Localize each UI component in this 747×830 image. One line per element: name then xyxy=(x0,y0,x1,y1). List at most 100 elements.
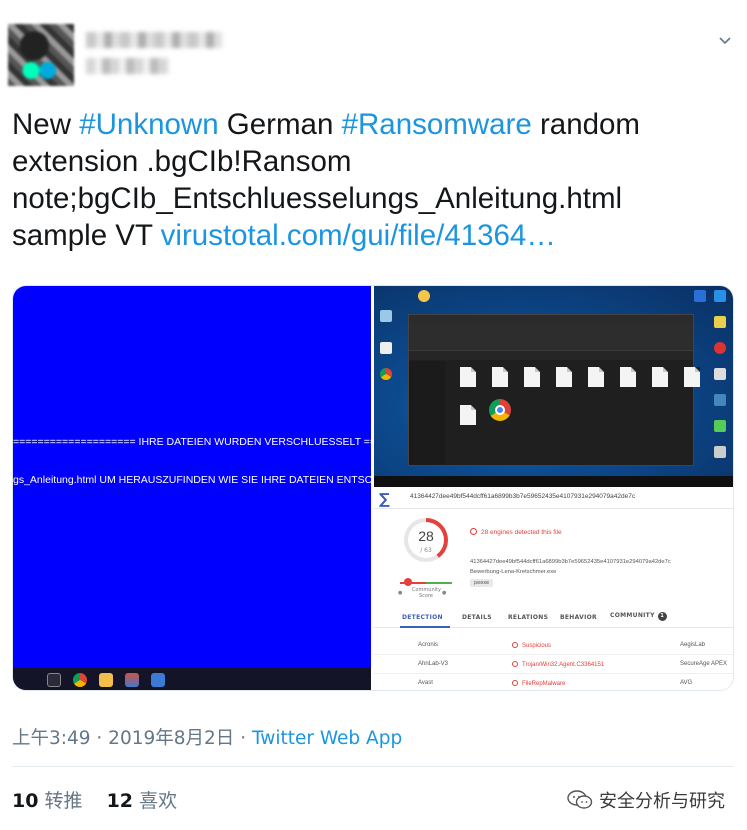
encrypted-file-icon xyxy=(585,367,607,397)
thumbs-up-icon: ● xyxy=(442,590,447,596)
file-explorer-window xyxy=(408,314,700,466)
community-count-badge: 1 xyxy=(657,612,667,621)
avatar[interactable] xyxy=(8,24,74,86)
app-icon xyxy=(714,368,726,380)
app-icon xyxy=(714,394,726,406)
detection-result-text: Suspicious xyxy=(522,643,552,649)
tweet-text-segment: New xyxy=(12,108,80,141)
explorer-ribbon xyxy=(409,323,693,351)
active-tab-indicator xyxy=(400,626,450,628)
retweets-label[interactable]: 转推 xyxy=(45,790,83,812)
retweets-count[interactable]: 10 xyxy=(12,790,38,812)
alert-icon xyxy=(512,661,518,667)
alert-icon xyxy=(512,680,518,686)
encrypted-file-icon xyxy=(553,367,575,397)
engine-name: Acronis xyxy=(418,642,439,648)
engine-name: Avast xyxy=(418,680,433,686)
tab-community[interactable]: COMMUNITY 1 xyxy=(610,612,667,621)
explorer-address-bar xyxy=(409,351,693,360)
tweet-text-segment: German xyxy=(218,108,342,141)
source-link[interactable]: Twitter Web App xyxy=(252,728,402,749)
watermark-text: 安全分析与研究 xyxy=(599,791,725,812)
app-icon xyxy=(694,290,706,302)
community-score-marker xyxy=(404,578,412,586)
app-icon xyxy=(714,446,726,458)
handle-blurred[interactable] xyxy=(86,58,170,74)
chevron-down-icon[interactable] xyxy=(719,34,731,46)
tweet-text-segment: sample VT xyxy=(12,219,161,252)
task-view-icon xyxy=(47,673,61,687)
media-grid: ==================== IHRE DATEIEN WURDEN… xyxy=(12,285,734,691)
tweet-stats: 10 转推 12 喜欢 xyxy=(12,786,177,813)
encrypted-file-icon xyxy=(681,367,703,397)
explorer-nav-pane xyxy=(409,361,445,465)
tab-detection[interactable]: DETECTION xyxy=(402,614,443,621)
engine-name: AhnLab-V3 xyxy=(418,661,449,667)
detection-row: Acronis Suspicious AegisLab xyxy=(374,636,733,655)
hashtag-link-unknown[interactable]: #Unknown xyxy=(79,108,218,141)
vt-tabs: DETECTION DETAILS RELATIONS BEHAVIOR COM… xyxy=(374,608,733,628)
likes-label[interactable]: 喜欢 xyxy=(139,790,177,812)
tab-relations[interactable]: RELATIONS xyxy=(508,614,548,621)
virustotal-link[interactable]: virustotal.com/gui/file/41364… xyxy=(161,219,556,252)
tab-details[interactable]: DETAILS xyxy=(462,614,492,621)
tweet-text: New #Unknown German #Ransomware random e… xyxy=(12,106,732,254)
photos-icon xyxy=(151,673,165,687)
detection-row: AhnLab-V3 Trojan/Win32.Agent.C3364151 Se… xyxy=(374,655,733,674)
tweet-text-line: extension .bgCIb!Ransom xyxy=(12,145,352,178)
app-icon xyxy=(714,342,726,354)
encrypted-file-icon xyxy=(457,367,479,397)
tweet-timestamp: 上午3:49 · 2019年8月2日 · Twitter Web App xyxy=(12,724,402,750)
virustotal-search-bar: ∑ 41364427dee49bf544dcff61a6899b3b7e5965… xyxy=(374,487,733,509)
encrypted-file-icon xyxy=(649,367,671,397)
explorer-and-virustotal-image[interactable]: ∑ 41364427dee49bf544dcff61a6899b3b7e5965… xyxy=(374,286,733,690)
engine-name-2: AegisLab xyxy=(680,642,706,648)
detection-row: Avast FileRepMalware AVG xyxy=(374,674,733,690)
encrypted-file-icon xyxy=(521,367,543,397)
file-type-tag: peexe xyxy=(470,579,494,587)
engine-name-2: SecureAge APEX xyxy=(680,661,728,667)
detection-result-text: Trojan/Win32.Agent.C3364151 xyxy=(522,662,605,668)
windows-taskbar-small xyxy=(374,476,733,487)
explorer-titlebar xyxy=(409,315,693,323)
app-icon xyxy=(714,420,726,432)
display-name-blurred[interactable] xyxy=(86,32,222,48)
tab-community-label: COMMUNITY xyxy=(610,612,655,619)
hashtag-link-ransomware[interactable]: #Ransomware xyxy=(342,108,532,141)
file-name: Bewerbung-Lena-Kretschmer.exe xyxy=(470,569,557,575)
engine-name-2: AVG xyxy=(680,680,693,686)
tweet-text-segment: random xyxy=(531,108,641,141)
document-icon xyxy=(380,342,392,354)
chrome-icon xyxy=(73,673,87,687)
encrypted-file-icon xyxy=(617,367,639,397)
detection-result: FileRepMalware xyxy=(512,680,565,687)
chrome-desktop-icon xyxy=(380,368,392,380)
windows-taskbar xyxy=(13,668,371,690)
chrome-html-file-icon xyxy=(489,399,511,421)
tab-behavior[interactable]: BEHAVIOR xyxy=(560,614,597,621)
tweet-text-line: note;bgCIb_Entschluesselungs_Anleitung.h… xyxy=(12,182,623,215)
file-hash: 41364427dee49bf544dcff61a6899b3b7e596524… xyxy=(470,559,671,565)
detection-summary-text: 28 engines detected this file xyxy=(481,529,562,536)
likes-count[interactable]: 12 xyxy=(107,790,133,812)
detection-result: Suspicious xyxy=(512,642,551,649)
virustotal-logo-icon: ∑ xyxy=(379,490,390,508)
app-icon xyxy=(714,316,726,328)
detection-score: 28 xyxy=(418,528,434,544)
ransom-banner-1: ==================== IHRE DATEIEN WURDEN… xyxy=(13,436,371,448)
alert-icon xyxy=(512,642,518,648)
thumbs-down-icon: ● xyxy=(398,590,403,596)
timestamp-text[interactable]: 上午3:49 · 2019年8月2日 · xyxy=(12,728,252,749)
divider xyxy=(12,766,734,767)
ransom-screen-image[interactable]: ==================== IHRE DATEIEN WURDEN… xyxy=(13,286,371,690)
user-folder-icon xyxy=(418,290,430,302)
wechat-watermark: 安全分析与研究 xyxy=(567,787,725,813)
vt-hash-bar-text: 41364427dee49bf544dcff61a6899b3b7e596524… xyxy=(410,493,636,500)
alert-icon xyxy=(470,528,477,535)
detection-summary: 28 engines detected this file xyxy=(470,528,562,536)
encrypted-file-icon xyxy=(457,405,479,435)
folder-icon xyxy=(99,673,113,687)
ransom-banner-2: gs_Anleitung.html UM HERAUSZUFINDEN WIE … xyxy=(13,474,371,486)
detection-result: Trojan/Win32.Agent.C3364151 xyxy=(512,661,604,668)
windows-desktop xyxy=(374,286,733,487)
